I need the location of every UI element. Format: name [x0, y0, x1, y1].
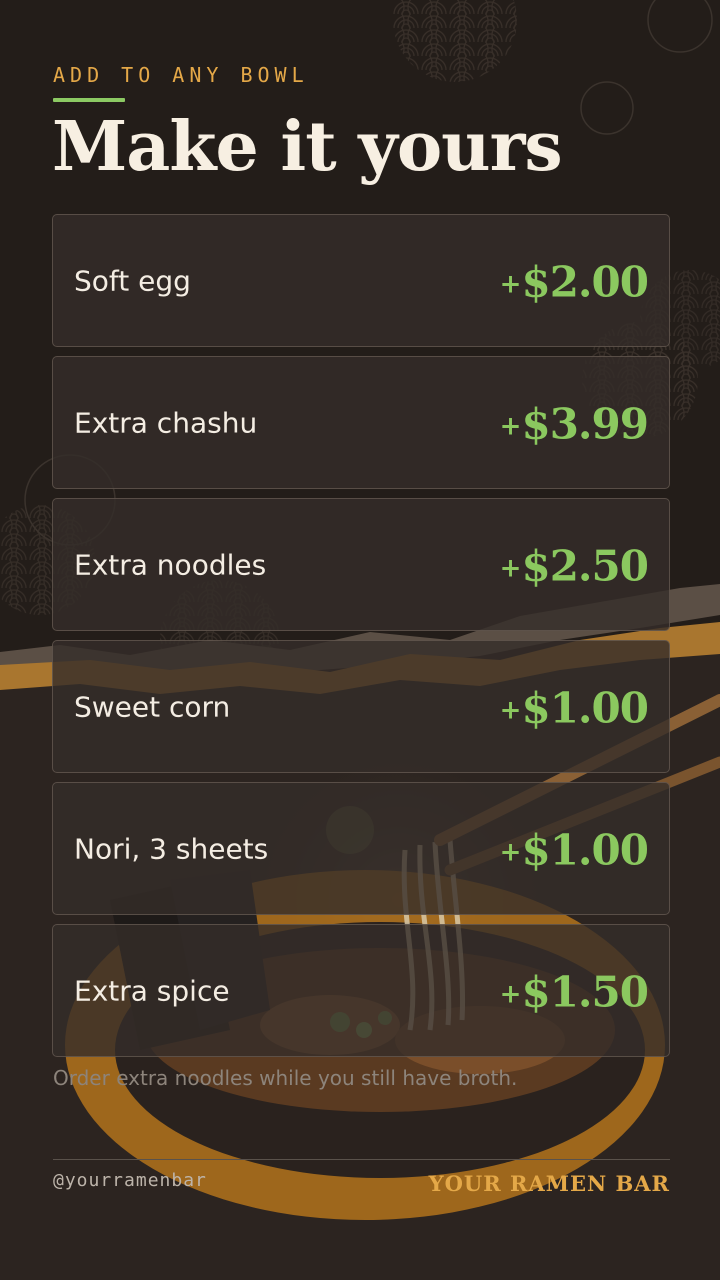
addon-name: Soft egg — [74, 264, 191, 297]
addon-item-soft-egg[interactable]: Soft egg +$2.00 — [52, 214, 670, 347]
addon-name: Sweet corn — [74, 690, 231, 723]
price-value: $3.99 — [521, 398, 649, 448]
plus-sign: + — [499, 836, 522, 867]
addon-price: +$1.00 — [499, 682, 649, 732]
addon-list: Soft egg +$2.00 Extra chashu +$3.99 Extr… — [52, 214, 670, 1066]
addon-price: +$2.50 — [499, 540, 649, 590]
addon-price: +$3.99 — [499, 398, 649, 448]
addon-price: +$1.00 — [499, 824, 649, 874]
plus-sign: + — [499, 978, 522, 1009]
addon-name: Extra spice — [74, 974, 230, 1007]
price-value: $2.00 — [521, 256, 649, 306]
social-handle: @yourramenbar — [53, 1170, 207, 1191]
addon-name: Extra noodles — [74, 548, 267, 581]
page-title: Make it yours — [52, 107, 563, 187]
addon-item-extra-chashu[interactable]: Extra chashu +$3.99 — [52, 356, 670, 489]
accent-underline — [53, 98, 125, 102]
addon-item-extra-spice[interactable]: Extra spice +$1.50 — [52, 924, 670, 1057]
addon-name: Extra chashu — [74, 406, 258, 439]
plus-sign: + — [499, 694, 522, 725]
brand-logo-text: YOUR RAMEN BAR — [428, 1171, 670, 1196]
plus-sign: + — [499, 268, 522, 299]
eyebrow-label: ADD TO ANY BOWL — [53, 63, 309, 87]
addon-item-sweet-corn[interactable]: Sweet corn +$1.00 — [52, 640, 670, 773]
price-value: $1.50 — [521, 966, 649, 1016]
price-value: $1.00 — [521, 682, 649, 732]
addon-name: Nori, 3 sheets — [74, 832, 269, 865]
addon-price: +$1.50 — [499, 966, 649, 1016]
addon-price: +$2.00 — [499, 256, 649, 306]
price-value: $2.50 — [521, 540, 649, 590]
addons-menu-card: ADD TO ANY BOWL Make it yours Soft egg +… — [0, 0, 720, 1280]
footer-divider — [53, 1159, 670, 1160]
addon-item-nori[interactable]: Nori, 3 sheets +$1.00 — [52, 782, 670, 915]
plus-sign: + — [499, 552, 522, 583]
price-value: $1.00 — [521, 824, 649, 874]
footnote: Order extra noodles while you still have… — [53, 1066, 518, 1090]
addon-item-extra-noodles[interactable]: Extra noodles +$2.50 — [52, 498, 670, 631]
plus-sign: + — [499, 410, 522, 441]
